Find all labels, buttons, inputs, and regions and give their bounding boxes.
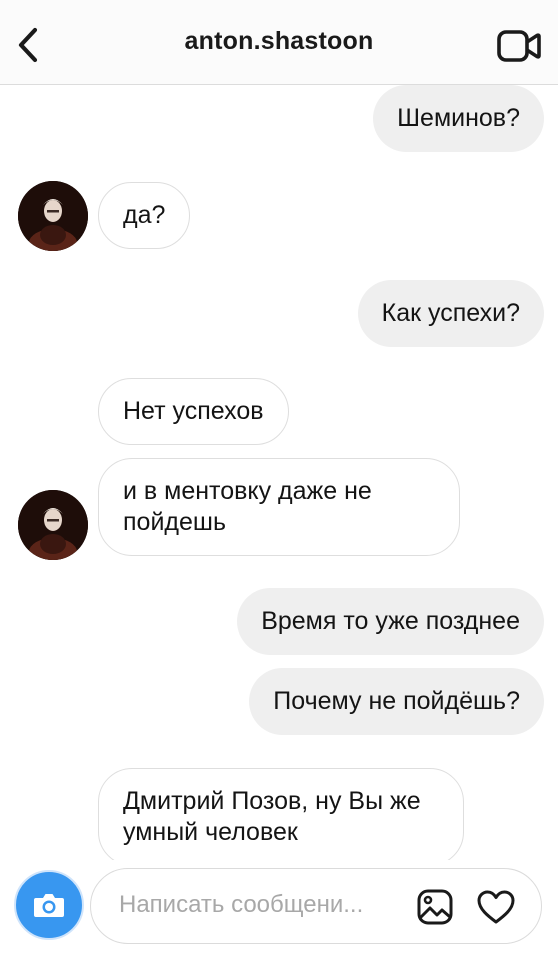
message-composer (0, 860, 558, 960)
gallery-button[interactable] (413, 885, 457, 929)
heart-icon (477, 890, 515, 924)
chat-title[interactable]: anton.shastoon (100, 27, 458, 56)
contact-photo (18, 490, 88, 560)
gallery-icon (417, 889, 453, 925)
back-button[interactable] (6, 20, 50, 70)
like-button[interactable] (473, 885, 519, 929)
direct-message-screen: anton.shastoon Шеминов? да? Как успехи? … (0, 0, 558, 960)
video-camera-icon (497, 30, 541, 62)
camera-icon (34, 894, 64, 917)
message-bubble-incoming[interactable]: Нет успехов (98, 378, 289, 445)
avatar[interactable] (18, 181, 88, 251)
avatar[interactable] (18, 490, 88, 560)
camera-button[interactable] (14, 870, 84, 940)
message-bubble-outgoing[interactable]: Как успехи? (357, 280, 544, 347)
video-call-button[interactable] (494, 24, 544, 68)
contact-photo (18, 181, 88, 251)
message-bubble-outgoing[interactable]: Время то уже позднее (237, 588, 544, 655)
chevron-left-icon (18, 27, 38, 63)
message-bubble-incoming[interactable]: Дмитрий Позов, ну Вы же умный человек (98, 768, 464, 860)
message-bubble-incoming[interactable]: и в ментовку даже не пойдешь (98, 458, 460, 556)
message-input-container (90, 868, 542, 944)
message-bubble-outgoing[interactable]: Почему не пойдёшь? (249, 668, 544, 735)
message-bubble-incoming[interactable]: да? (98, 182, 191, 249)
message-input[interactable] (119, 891, 404, 919)
message-bubble-outgoing[interactable]: Шеминов? (373, 85, 544, 152)
chat-header: anton.shastoon (0, 0, 558, 85)
message-list[interactable]: Шеминов? да? Как успехи? Нет успехов и в… (0, 85, 558, 860)
